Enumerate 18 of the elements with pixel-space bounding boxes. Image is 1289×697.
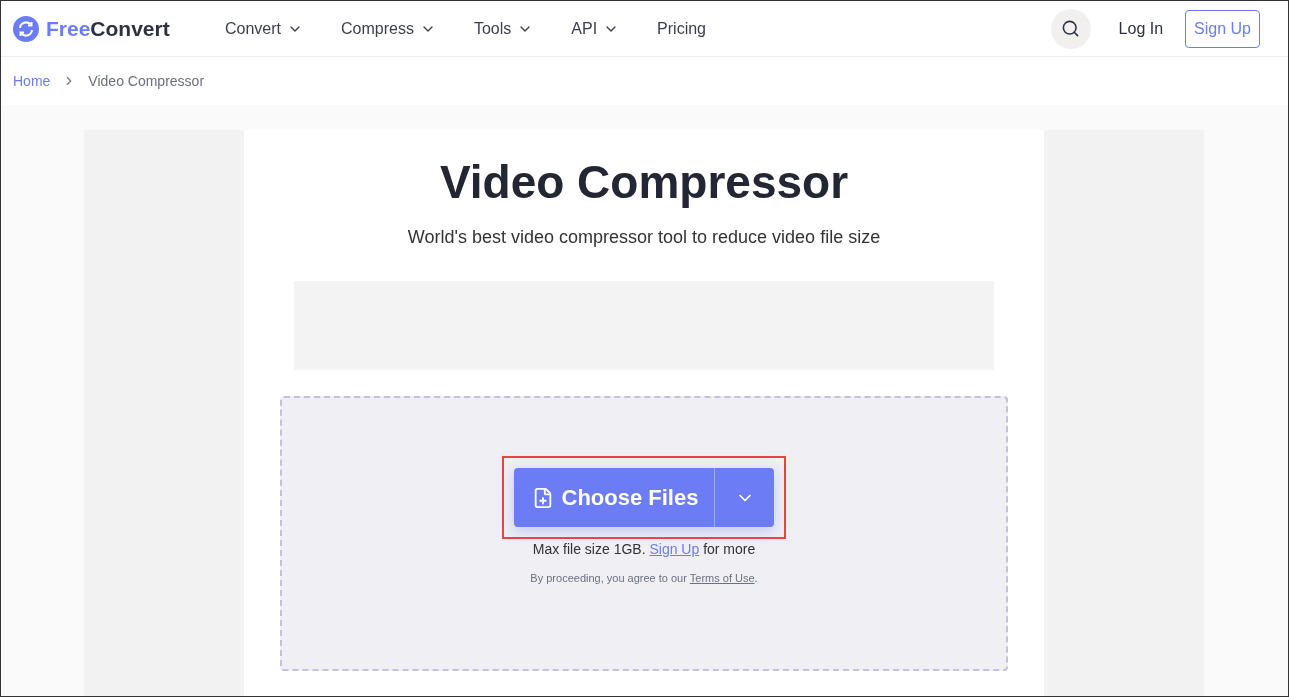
breadcrumb-link[interactable]: Video Compressor xyxy=(88,70,205,92)
nav-menu[interactable]: Convert xyxy=(225,16,304,41)
breadcrumb-link[interactable]: Home xyxy=(13,70,51,92)
terms-note: By proceeding, you agree to our Terms of Use. xyxy=(530,571,758,586)
drop-zone[interactable]: Choose Files Max file size 1GB. Sign Up for more By proceeding, you agree to our Terms of Use. xyxy=(280,396,1008,671)
signup-button[interactable]: Sign Up xyxy=(1185,9,1260,48)
search-icon xyxy=(1061,19,1081,38)
file-size-note: Max file size 1GB. Sign Up for more xyxy=(532,540,756,559)
logo-icon xyxy=(13,15,39,42)
nav-menu[interactable]: Compress xyxy=(341,16,436,41)
terms-link[interactable]: Terms of Use xyxy=(689,572,755,584)
nav-menu[interactable]: API xyxy=(571,16,620,41)
logo-text[interactable]: FreeConvert xyxy=(46,12,170,45)
page-subtitle: World's best video compressor tool to reduce video file size xyxy=(407,226,881,249)
login-link[interactable]: Log In xyxy=(1118,16,1164,41)
nav-menu[interactable]: Tools xyxy=(473,16,534,41)
page-title: Video Compressor xyxy=(439,155,849,210)
nav-menu[interactable]: Pricing xyxy=(657,16,706,41)
